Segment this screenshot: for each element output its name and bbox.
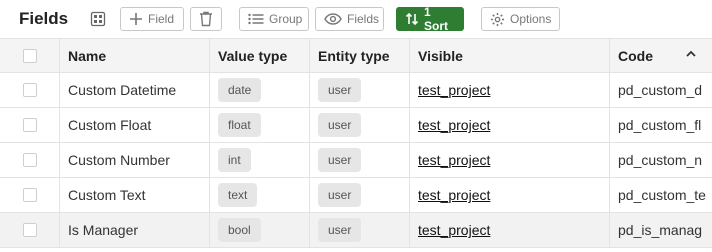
- delete-button[interactable]: [190, 7, 222, 31]
- name-cell: Custom Float: [60, 108, 210, 142]
- column-header-value-type[interactable]: Value type: [210, 39, 310, 72]
- row-select-cell: [0, 143, 60, 177]
- fields-visibility-button[interactable]: Fields: [315, 7, 384, 31]
- row-checkbox[interactable]: [22, 223, 37, 237]
- code-cell: pd_custom_fl: [618, 117, 702, 133]
- visible-cell: test_project: [410, 73, 610, 107]
- entity-type-chip: user: [318, 218, 362, 242]
- name-cell: Is Manager: [60, 213, 210, 247]
- value-type-chip: float: [218, 113, 261, 137]
- visible-project-link[interactable]: test_project: [418, 187, 490, 203]
- entity-type-chip: user: [318, 148, 362, 172]
- column-header-visible[interactable]: Visible: [410, 39, 610, 72]
- sort-ascending-icon[interactable]: [686, 50, 696, 57]
- options-label: Options: [510, 12, 552, 26]
- code-cell: pd_custom_te: [618, 187, 706, 203]
- group-button[interactable]: Group: [239, 7, 309, 31]
- table-row[interactable]: Custom Text text user test_project pd_cu…: [0, 178, 712, 213]
- layout-grid-icon[interactable]: [89, 10, 107, 28]
- fields-label: Fields: [347, 12, 380, 26]
- trash-icon: [200, 11, 212, 27]
- visible-project-link[interactable]: test_project: [418, 152, 490, 168]
- entity-type-chip: user: [318, 183, 362, 207]
- name-cell: Custom Number: [60, 143, 210, 177]
- value-type-cell: int: [210, 143, 310, 177]
- entity-type-cell: user: [310, 73, 410, 107]
- column-header-code[interactable]: Code: [610, 39, 712, 72]
- toolbar: Fields Field Group Fields 1 Sort Options: [0, 0, 712, 38]
- entity-type-cell: user: [310, 213, 410, 247]
- row-select-cell: [0, 178, 60, 212]
- table-row[interactable]: Custom Number int user test_project pd_c…: [0, 143, 712, 178]
- column-header-code-label: Code: [618, 47, 653, 64]
- visible-project-link[interactable]: test_project: [418, 82, 490, 98]
- value-type-chip: text: [218, 183, 258, 207]
- table-row[interactable]: Custom Datetime date user test_project p…: [0, 73, 712, 108]
- sort-label: 1 Sort: [424, 5, 448, 33]
- column-header-name[interactable]: Name: [60, 39, 210, 72]
- code-cell: pd_is_manag: [618, 222, 703, 238]
- row-checkbox[interactable]: [22, 188, 37, 202]
- gear-icon: [490, 12, 505, 26]
- row-select-cell: [0, 108, 60, 142]
- value-type-cell: bool: [210, 213, 310, 247]
- visible-project-link[interactable]: test_project: [418, 222, 490, 238]
- add-field-label: Field: [148, 12, 175, 26]
- eye-icon: [324, 13, 342, 25]
- value-type-cell: float: [210, 108, 310, 142]
- entity-type-cell: user: [310, 143, 410, 177]
- options-button[interactable]: Options: [481, 7, 560, 31]
- value-type-cell: text: [210, 178, 310, 212]
- select-all-checkbox[interactable]: [22, 48, 37, 63]
- plus-icon: [130, 13, 142, 25]
- code-cell: pd_custom_d: [618, 82, 703, 98]
- row-checkbox[interactable]: [22, 118, 37, 132]
- visible-cell: test_project: [410, 213, 610, 247]
- value-type-chip: int: [218, 148, 251, 172]
- visible-cell: test_project: [410, 178, 610, 212]
- list-icon: [248, 13, 264, 25]
- visible-project-link[interactable]: test_project: [418, 117, 490, 133]
- value-type-cell: date: [210, 73, 310, 107]
- header-select-cell: [0, 39, 60, 72]
- sort-arrows-icon: [405, 12, 419, 26]
- entity-type-chip: user: [318, 78, 362, 102]
- table-header-row: Name Value type Entity type Visible Code: [0, 38, 712, 73]
- visible-cell: test_project: [410, 108, 610, 142]
- row-checkbox[interactable]: [22, 83, 37, 97]
- value-type-chip: bool: [218, 218, 261, 242]
- row-checkbox[interactable]: [22, 153, 37, 167]
- add-field-button[interactable]: Field: [120, 7, 184, 31]
- visible-cell: test_project: [410, 143, 610, 177]
- entity-type-chip: user: [318, 113, 362, 137]
- page-title: Fields: [19, 9, 69, 28]
- value-type-chip: date: [218, 78, 262, 102]
- table-row[interactable]: Is Manager bool user test_project pd_is_…: [0, 213, 712, 248]
- entity-type-cell: user: [310, 108, 410, 142]
- code-cell: pd_custom_n: [618, 152, 703, 168]
- row-select-cell: [0, 213, 60, 247]
- row-select-cell: [0, 73, 60, 107]
- group-label: Group: [269, 12, 303, 26]
- sort-button[interactable]: 1 Sort: [396, 5, 464, 33]
- entity-type-cell: user: [310, 178, 410, 212]
- name-cell: Custom Datetime: [60, 73, 210, 107]
- table-row[interactable]: Custom Float float user test_project pd_…: [0, 108, 712, 143]
- name-cell: Custom Text: [60, 178, 210, 212]
- column-header-entity-type[interactable]: Entity type: [310, 39, 410, 72]
